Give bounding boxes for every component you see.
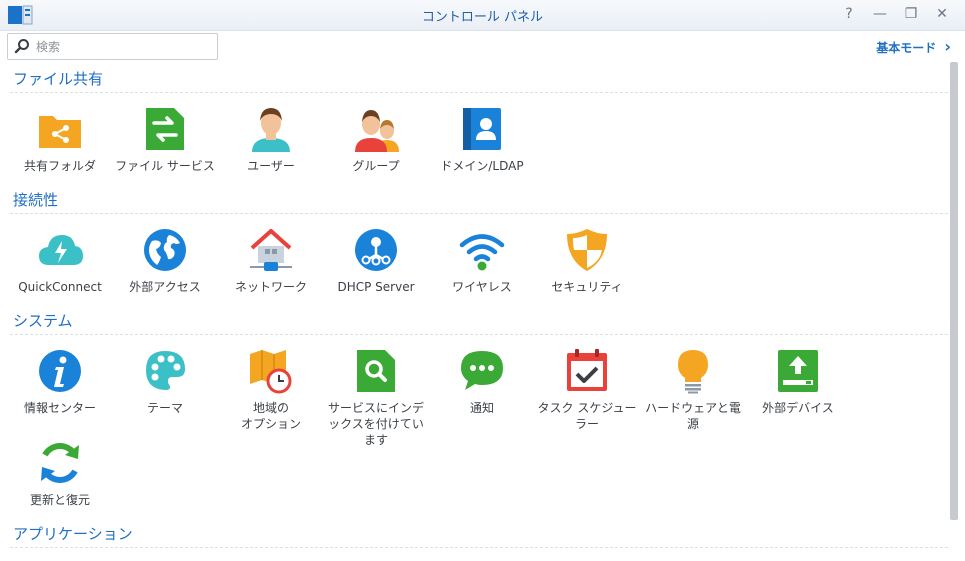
section-divider — [10, 213, 948, 214]
item-indexing-service[interactable]: サービスにインデックスを付けています — [322, 348, 430, 448]
item-quickconnect[interactable]: QuickConnect — [6, 227, 114, 295]
item-label: セキュリティ — [551, 280, 623, 294]
external-device-upload-icon — [778, 350, 818, 392]
item-label: ドメイン/LDAP — [440, 159, 524, 173]
item-task-scheduler[interactable]: タスク スケジューラー — [533, 348, 641, 432]
network-house-icon — [250, 229, 292, 271]
section-title-applications: アプリケーション — [13, 525, 133, 543]
globe-icon — [144, 229, 186, 271]
item-label: ハードウェアと電源 — [645, 401, 741, 431]
section-title-system: システム — [13, 312, 73, 330]
item-label: グループ — [352, 159, 400, 173]
item-dhcp-server[interactable]: DHCP Server — [322, 227, 430, 295]
user-icon — [252, 108, 290, 152]
item-wireless[interactable]: ワイヤレス — [428, 227, 536, 295]
map-clock-icon — [250, 350, 292, 394]
item-info-center[interactable]: 情報センター — [6, 348, 114, 416]
section-divider — [10, 334, 948, 335]
item-security[interactable]: セキュリティ — [533, 227, 641, 295]
chevron-right-icon: › — [944, 37, 951, 56]
item-label: ワイヤレス — [452, 280, 512, 294]
item-domain-ldap[interactable]: ドメイン/LDAP — [428, 106, 536, 174]
control-panel-content: ファイル共有 共有フォルダ ファイル サービス ユーザー グループ ドメイン/L… — [0, 62, 950, 561]
item-hardware-power[interactable]: ハードウェアと電源 — [639, 348, 747, 432]
item-label: ネットワーク — [234, 280, 307, 294]
info-icon — [39, 350, 81, 392]
shared-folder-icon — [39, 116, 81, 148]
shield-icon — [567, 229, 607, 271]
file-services-icon — [146, 108, 184, 150]
item-label: 情報センター — [23, 401, 96, 415]
title-bar: コントロール パネル ? — ❐ ✕ — [0, 0, 965, 31]
item-label: サービスにインデックスを付けています — [327, 401, 424, 447]
document-search-icon — [357, 350, 395, 392]
search-input[interactable] — [34, 37, 216, 57]
chat-bubble-icon — [461, 351, 503, 390]
item-user[interactable]: ユーザー — [217, 106, 325, 174]
search-icon — [14, 39, 29, 54]
section-title-connectivity: 接続性 — [13, 191, 59, 209]
close-button[interactable]: ✕ — [932, 4, 952, 24]
item-label: ファイル サービス — [115, 159, 215, 173]
item-label: ユーザー — [247, 159, 295, 173]
item-label: DHCP Server — [337, 280, 415, 294]
item-shared-folder[interactable]: 共有フォルダ — [6, 106, 114, 174]
group-icon — [355, 110, 399, 152]
section-title-file-sharing: ファイル共有 — [13, 70, 104, 88]
basic-mode-label: 基本モード — [876, 41, 937, 55]
basic-mode-link[interactable]: 基本モード › — [876, 37, 951, 56]
domain-ldap-icon — [463, 108, 501, 150]
item-label: 地域の オプション — [240, 401, 301, 431]
item-label: テーマ — [146, 401, 183, 415]
item-regional-options[interactable]: 地域の オプション — [217, 348, 325, 432]
item-label: QuickConnect — [18, 280, 102, 294]
item-group[interactable]: グループ — [322, 106, 430, 174]
item-label: 外部アクセス — [129, 280, 201, 294]
item-update-restore[interactable]: 更新と復元 — [6, 440, 114, 508]
item-external-devices[interactable]: 外部デバイス — [744, 348, 852, 416]
item-theme[interactable]: テーマ — [111, 348, 219, 416]
section-divider — [10, 547, 948, 548]
section-divider — [10, 92, 948, 93]
search-box[interactable] — [7, 33, 218, 60]
item-network[interactable]: ネットワーク — [217, 227, 325, 295]
minimize-button[interactable]: — — [870, 4, 890, 24]
wifi-icon — [459, 234, 505, 271]
lightbulb-icon — [678, 350, 708, 394]
item-label: 共有フォルダ — [23, 159, 96, 173]
calendar-check-icon — [567, 349, 607, 391]
help-button[interactable]: ? — [839, 4, 859, 24]
item-external-access[interactable]: 外部アクセス — [111, 227, 219, 295]
item-file-services[interactable]: ファイル サービス — [111, 106, 219, 174]
window-title: コントロール パネル — [421, 10, 544, 25]
scrollbar[interactable] — [950, 62, 958, 520]
item-label: タスク スケジューラー — [537, 401, 637, 431]
item-label: 更新と復元 — [29, 493, 90, 507]
palette-icon — [146, 351, 185, 390]
quickconnect-cloud-icon — [39, 235, 83, 265]
item-label: 外部デバイス — [762, 401, 834, 415]
item-label: 通知 — [469, 401, 494, 415]
refresh-icon — [41, 443, 79, 483]
item-notification[interactable]: 通知 — [428, 348, 536, 416]
restore-button[interactable]: ❐ — [901, 4, 921, 24]
dhcp-server-icon — [355, 229, 397, 271]
